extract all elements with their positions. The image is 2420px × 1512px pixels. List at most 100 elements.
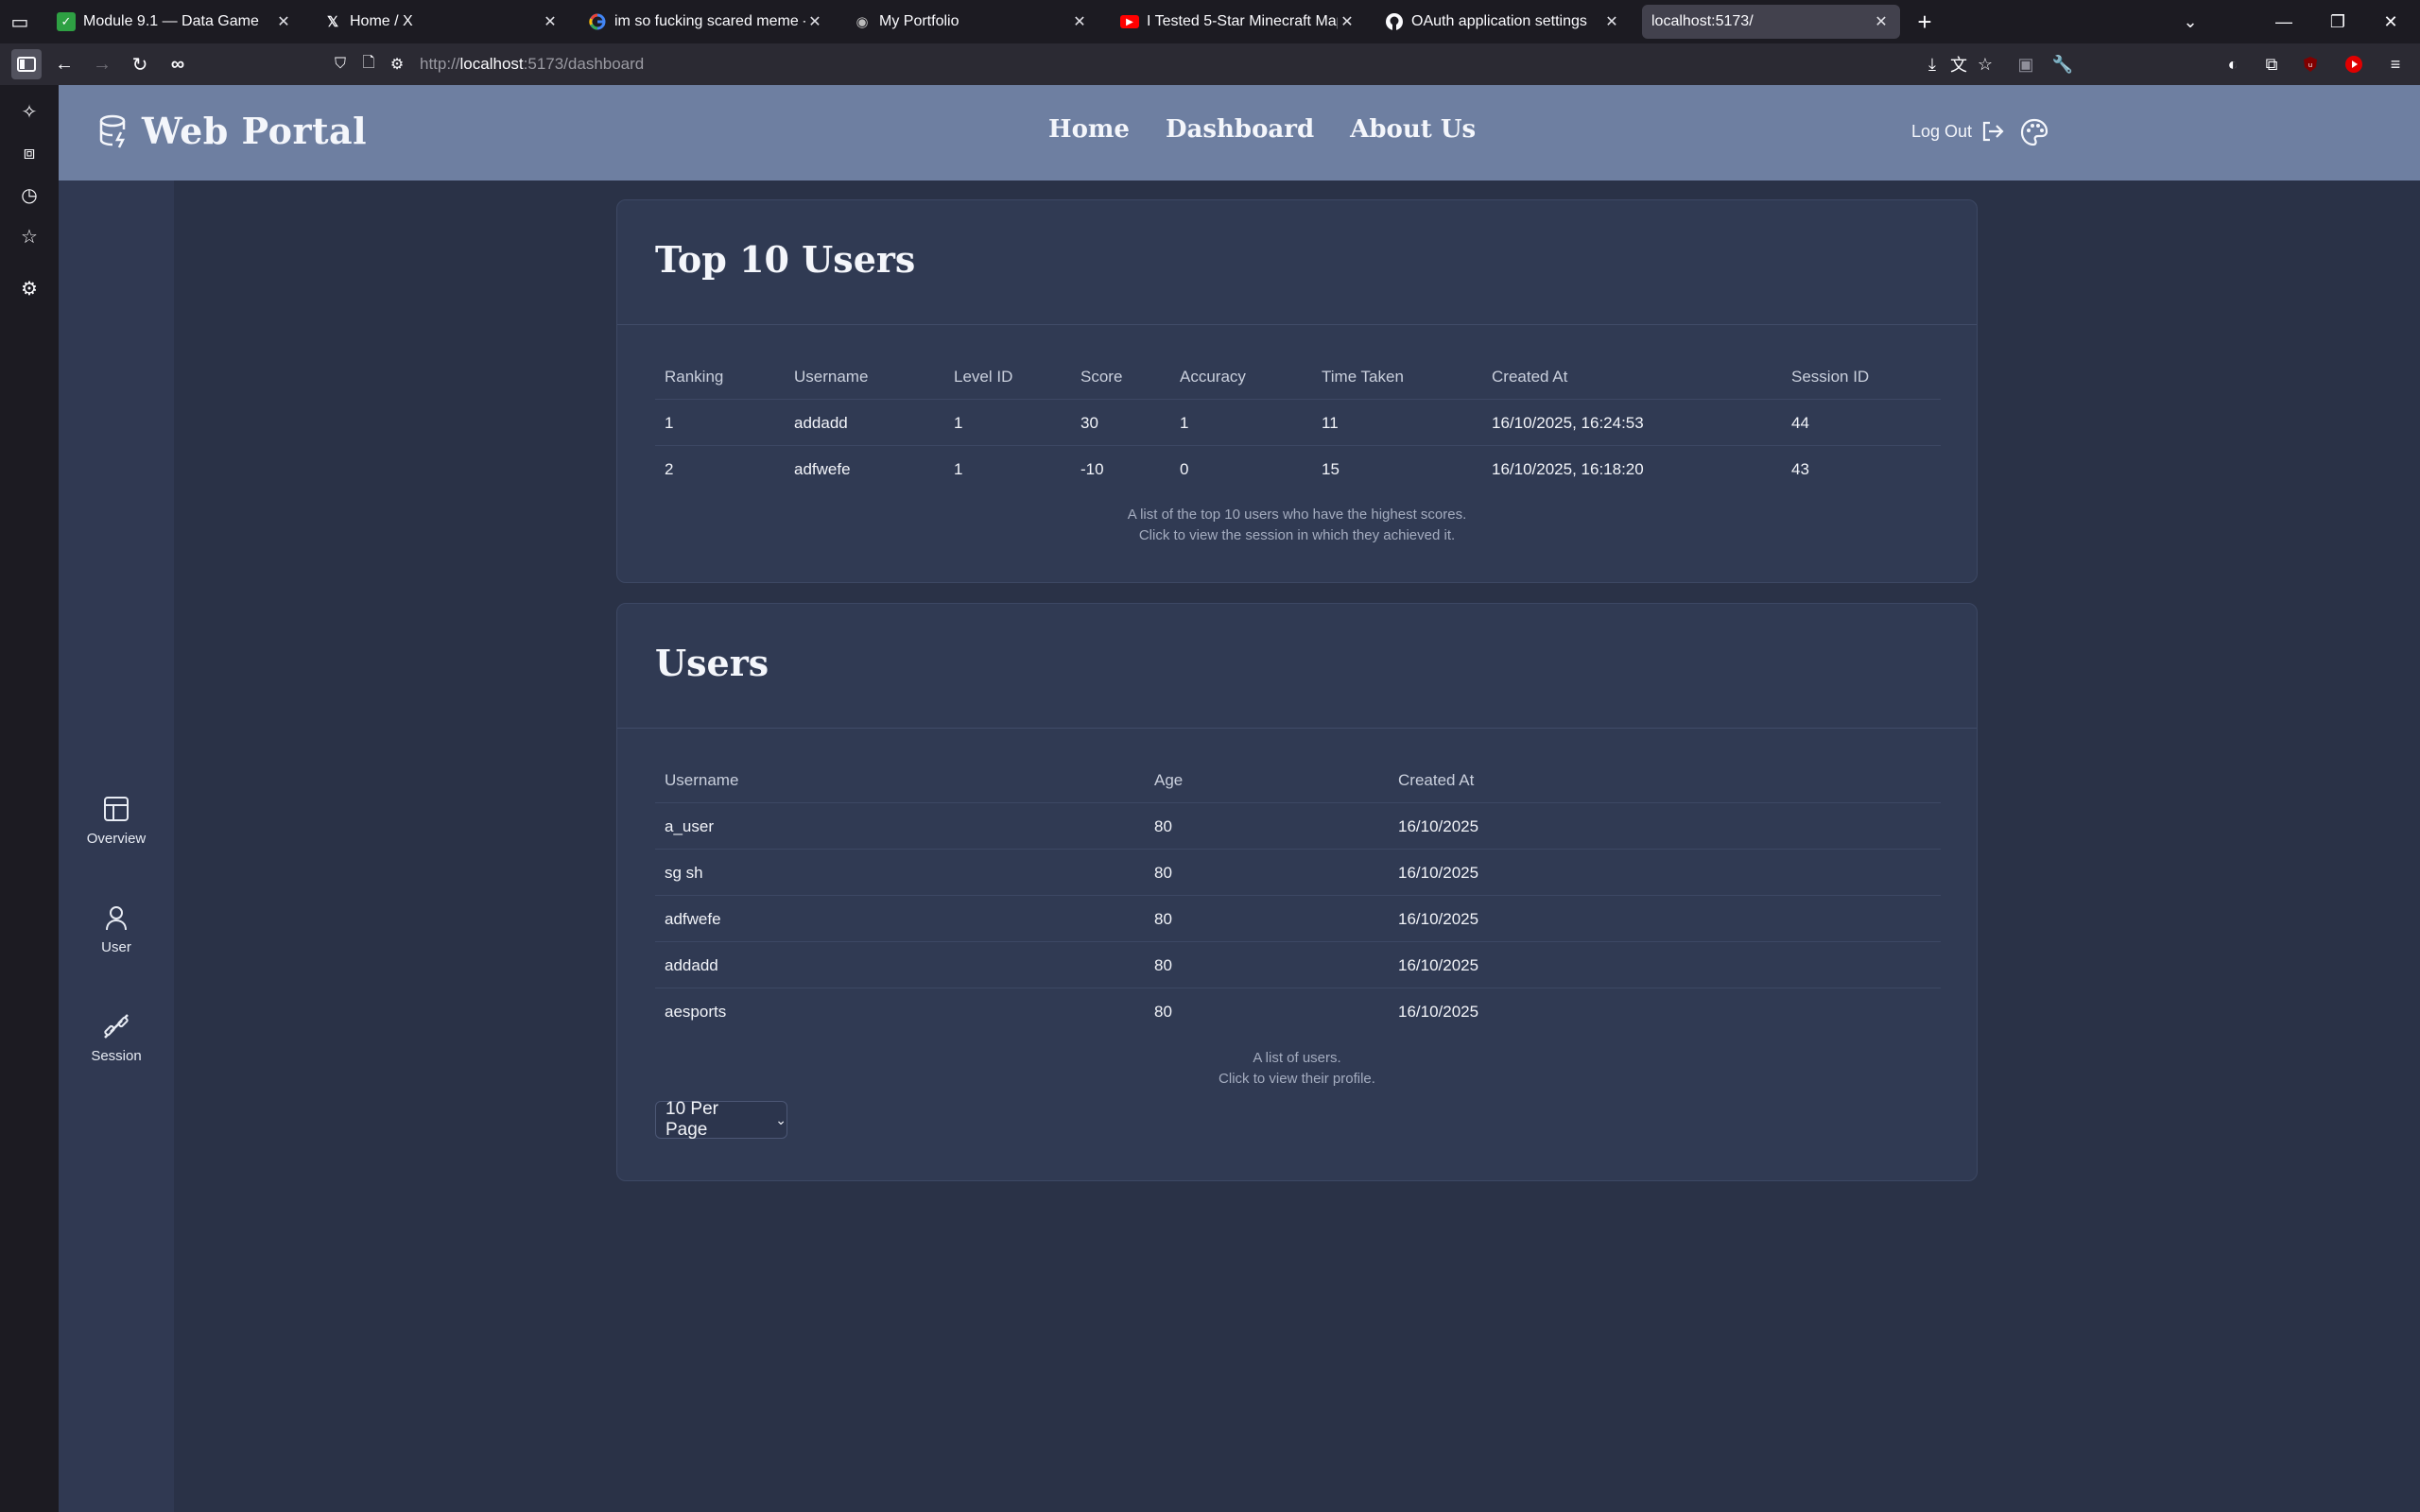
nav-link-about-us[interactable]: About Us (1350, 115, 1476, 144)
logout-arrow-icon (1982, 121, 2004, 142)
close-icon[interactable]: ✕ (1872, 12, 1891, 31)
browser-tab[interactable]: 𝕏 Home / X ✕ (314, 5, 569, 39)
sidebar-toggle-icon[interactable] (11, 49, 42, 79)
table-row[interactable]: adfwefe 80 16/10/2025 (655, 896, 1941, 942)
nav-link-dashboard[interactable]: Dashboard (1166, 115, 1314, 144)
tab-title: My Portfolio (879, 13, 959, 29)
column-header[interactable]: Level ID (944, 354, 1012, 400)
table-row[interactable]: 2 adfwefe 1 -10 0 15 16/10/2025, 16:18:2… (655, 446, 1941, 492)
browser-tab-active[interactable]: localhost:5173/ ✕ (1642, 5, 1900, 39)
forward-arrow-icon[interactable]: → (87, 49, 117, 79)
github-icon (1385, 12, 1404, 31)
minimize-icon[interactable]: — (2262, 6, 2306, 38)
synced-tabs-icon[interactable]: ⧈ (13, 137, 45, 169)
check-box-icon: ✓ (57, 12, 76, 31)
caption-line: Click to view their profile. (1219, 1071, 1375, 1087)
account-icon[interactable]: ◐ (2218, 49, 2248, 79)
logo-text: Web Portal (142, 110, 368, 152)
table-row[interactable]: a_user 80 16/10/2025 (655, 803, 1941, 850)
sidebar-settings-gear-icon[interactable]: ⚙ (13, 272, 45, 304)
palette-icon[interactable] (2019, 117, 2049, 147)
column-header[interactable]: Accuracy (1170, 354, 1246, 400)
time-taken-cell: 11 (1322, 414, 1339, 432)
sidebar-item-overview[interactable]: Overview (59, 795, 174, 847)
extensions-icon[interactable]: ⧉ (2256, 49, 2287, 79)
sidebar-item-session[interactable]: Session (59, 1012, 174, 1064)
table-row[interactable]: sg sh 80 16/10/2025 (655, 850, 1941, 896)
url-bar[interactable]: ⛉ 🗋 ⚙ http://localhost:5173/dashboard (331, 48, 1957, 80)
page-info-icon[interactable]: 🗋 (359, 52, 378, 77)
browser-tab-bar: ▭ ✓ Module 9.1 — Data Game ✕ 𝕏 Home / X … (0, 0, 2420, 43)
sidebar-item-label: Overview (86, 831, 147, 847)
close-icon[interactable]: ✕ (1338, 12, 1357, 31)
divider (617, 324, 1977, 325)
browser-tab[interactable]: im so fucking scared meme - G ✕ (579, 5, 834, 39)
created-at-cell: 16/10/2025 (1398, 864, 1479, 882)
shield-icon[interactable]: ⛉ (331, 56, 350, 73)
restore-icon[interactable]: ❐ (2316, 6, 2360, 38)
column-header[interactable]: Session ID (1782, 354, 1869, 400)
reload-icon[interactable]: ↻ (125, 49, 155, 79)
tab-title: Home / X (350, 13, 413, 29)
permissions-icon[interactable]: ⚙ (388, 55, 406, 74)
youtube-extension-icon[interactable] (2339, 49, 2369, 79)
back-arrow-icon[interactable]: ← (49, 49, 79, 79)
url-text[interactable]: http://localhost:5173/dashboard (420, 55, 644, 74)
eye-icon: ◉ (856, 14, 869, 30)
age-cell: 80 (1154, 864, 1172, 882)
column-header[interactable]: Username (785, 354, 868, 400)
window-close-icon[interactable]: ✕ (2369, 6, 2412, 38)
table-row[interactable]: 1 addadd 1 30 1 11 16/10/2025, 16:24:53 … (655, 400, 1941, 446)
dumbbell-icon (104, 1014, 129, 1039)
sidebar-item-user[interactable]: User (59, 903, 174, 955)
logout-button[interactable]: Log Out (1911, 118, 2006, 145)
ublock-icon[interactable]: u (2295, 49, 2325, 79)
browser-sidebar: ✧ ⧈ ◷ ☆ ⚙ (0, 85, 59, 1512)
tab-title: im so fucking scared meme - G (614, 13, 805, 29)
username-cell: adfwefe (665, 910, 721, 928)
score-cell: 30 (1080, 414, 1098, 432)
new-tab-plus-icon[interactable]: + (1911, 8, 1938, 36)
created-at-cell: 16/10/2025 (1398, 910, 1479, 928)
column-header[interactable]: Created At (1482, 354, 1567, 400)
accuracy-cell: 0 (1180, 460, 1189, 478)
age-cell: 80 (1154, 1003, 1172, 1021)
close-icon[interactable]: ✕ (805, 12, 824, 31)
column-header[interactable]: Username (655, 758, 738, 803)
browser-tab[interactable]: ✓ Module 9.1 — Data Game ✕ (47, 5, 302, 39)
per-page-select[interactable]: 10 Per Page ⌄ (655, 1099, 787, 1140)
private-mask-icon[interactable]: ∞ (163, 49, 193, 79)
tab-title: I Tested 5-Star Minecraft Maps (1147, 13, 1338, 29)
users-title: Users (655, 642, 769, 684)
close-icon[interactable]: ✕ (1602, 12, 1621, 31)
table-row[interactable]: aesports 80 16/10/2025 (655, 988, 1941, 1035)
session-id-cell: 43 (1791, 460, 1809, 478)
browser-tab[interactable]: ◉ My Portfolio ✕ (843, 5, 1098, 39)
tab-list-chevron-icon[interactable]: ⌄ (2169, 6, 2212, 38)
bookmarks-star-icon[interactable]: ☆ (13, 220, 45, 252)
youtube-icon: ▶ (1120, 15, 1139, 28)
history-clock-icon[interactable]: ◷ (13, 179, 45, 211)
ai-sparkle-icon[interactable]: ✧ (13, 95, 45, 128)
time-taken-cell: 15 (1322, 460, 1340, 478)
nav-link-home[interactable]: Home (1048, 115, 1130, 144)
browser-tab[interactable]: ▶ I Tested 5-Star Minecraft Maps ✕ (1111, 5, 1366, 39)
menu-hamburger-icon[interactable]: ≡ (2380, 49, 2411, 79)
wrench-icon[interactable]: 🔧 (2048, 49, 2078, 79)
logo[interactable]: Web Portal (96, 110, 367, 152)
firefox-view-icon[interactable]: ▭ (8, 9, 32, 34)
column-header[interactable]: Time Taken (1312, 354, 1404, 400)
close-icon[interactable]: ✕ (274, 12, 293, 31)
close-icon[interactable]: ✕ (1070, 12, 1089, 31)
column-header[interactable]: Ranking (655, 354, 723, 400)
bookmark-star-icon[interactable]: ☆ (1970, 49, 2000, 79)
column-header[interactable]: Age (1145, 758, 1183, 803)
close-icon[interactable]: ✕ (541, 12, 560, 31)
table-row[interactable]: addadd 80 16/10/2025 (655, 942, 1941, 988)
column-header[interactable]: Score (1071, 354, 1122, 400)
sidebar-item-label: Session (91, 1048, 142, 1064)
reader-icon[interactable]: ▣ (2011, 49, 2041, 79)
column-header[interactable]: Created At (1389, 758, 1474, 803)
tab-title: localhost:5173/ (1651, 13, 1754, 29)
browser-tab[interactable]: OAuth application settings ✕ (1375, 5, 1631, 39)
